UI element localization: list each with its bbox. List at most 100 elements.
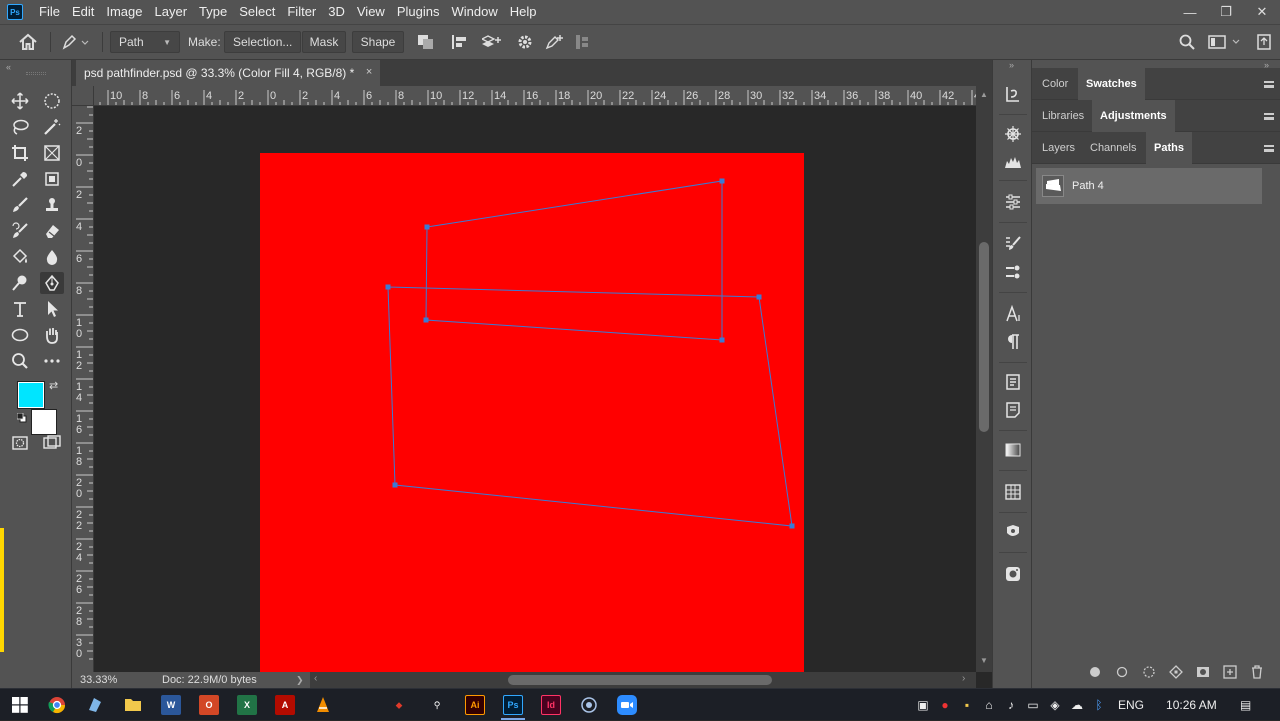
zoom-level[interactable]: 33.33%	[80, 674, 140, 686]
work-path-bottom[interactable]	[387, 286, 793, 527]
histogram-icon[interactable]	[1003, 152, 1023, 172]
word-icon[interactable]: W	[161, 695, 181, 715]
eyedropper-tool-icon[interactable]	[8, 168, 32, 190]
ellipse-tool-icon[interactable]	[8, 324, 32, 346]
tab-adjustments[interactable]: Adjustments	[1092, 100, 1175, 132]
lasso-tool-icon[interactable]	[8, 116, 32, 138]
photoshop-taskbar-icon[interactable]: Ps	[503, 695, 523, 715]
windows-start-icon[interactable]	[10, 695, 30, 715]
tray-record-icon[interactable]: ●	[934, 698, 956, 712]
new-path-icon[interactable]	[1216, 662, 1243, 682]
swap-colors-icon[interactable]: ⇄	[49, 379, 58, 392]
scroll-right-icon[interactable]: ›	[962, 673, 965, 684]
vertical-scrollbar[interactable]: ▲ ▼	[976, 86, 992, 672]
navigator-icon[interactable]	[1003, 124, 1023, 144]
menu-select[interactable]: Select	[233, 0, 281, 24]
network-icon[interactable]: ◈	[1044, 698, 1066, 712]
anchor-point[interactable]	[756, 294, 762, 300]
selection-button[interactable]: Selection...	[224, 31, 302, 53]
shape-button[interactable]: Shape	[352, 31, 404, 53]
tab-layers[interactable]: Layers	[1034, 132, 1083, 164]
clone-stamp-tool-icon[interactable]	[40, 194, 64, 216]
files-app-icon[interactable]	[85, 695, 105, 715]
tray-app-icon[interactable]: ▣	[912, 698, 934, 712]
illustrator-icon[interactable]: Ai	[465, 695, 485, 715]
brushes-icon[interactable]	[1003, 262, 1023, 282]
scroll-up-icon[interactable]: ▲	[980, 90, 988, 99]
reader-icon[interactable]: ⚲	[427, 695, 447, 715]
default-colors-icon[interactable]	[16, 412, 27, 423]
toolbar-grip[interactable]	[26, 72, 46, 75]
screen-mode-icon[interactable]	[40, 432, 64, 454]
blur-tool-icon[interactable]	[40, 246, 64, 268]
eraser-tool-icon[interactable]	[40, 220, 64, 242]
anchor-point[interactable]	[719, 178, 725, 184]
quick-mask-icon[interactable]	[8, 432, 32, 454]
menu-3d[interactable]: 3D	[322, 0, 351, 24]
search-icon[interactable]	[1178, 31, 1196, 53]
vertical-ruler[interactable]: 2024681012141618202224262830	[72, 106, 94, 672]
document-tab[interactable]: psd pathfinder.psd @ 33.3% (Color Fill 4…	[76, 60, 381, 86]
gradients-icon[interactable]	[1003, 440, 1023, 460]
menu-edit[interactable]: Edit	[66, 0, 100, 24]
elliptical-marquee-tool-icon[interactable]	[40, 90, 64, 112]
path-arrangement-icon[interactable]	[482, 31, 504, 53]
indesign-icon[interactable]: Id	[541, 695, 561, 715]
language-indicator[interactable]: ENG	[1118, 698, 1144, 712]
anchor-point[interactable]	[424, 224, 430, 230]
load-selection-icon[interactable]	[1135, 662, 1162, 682]
minimize-button[interactable]: —	[1172, 0, 1208, 24]
acrobat-icon[interactable]: A	[275, 695, 295, 715]
close-document-icon[interactable]: ×	[366, 66, 372, 78]
path-list-item[interactable]: Path 4	[1036, 168, 1262, 204]
make-work-path-icon[interactable]	[1162, 662, 1189, 682]
type-tool-icon[interactable]	[8, 298, 32, 320]
crop-tool-icon[interactable]	[8, 142, 32, 164]
foreground-color-swatch[interactable]	[17, 381, 45, 409]
menu-layer[interactable]: Layer	[149, 0, 194, 24]
tray-security-icon[interactable]: ▪	[956, 698, 978, 712]
magic-wand-tool-icon[interactable]	[40, 116, 64, 138]
character-icon[interactable]	[1003, 304, 1023, 324]
delete-path-icon[interactable]	[1243, 662, 1270, 682]
status-menu-arrow[interactable]: ❯	[296, 675, 304, 686]
camera-icon[interactable]	[1003, 564, 1023, 584]
expand-panels-icon[interactable]: »	[1009, 60, 1014, 70]
menu-window[interactable]: Window	[445, 0, 503, 24]
scroll-down-icon[interactable]: ▼	[980, 656, 988, 665]
anchor-point[interactable]	[423, 317, 429, 323]
vlc-icon[interactable]	[313, 695, 333, 715]
menu-filter[interactable]: Filter	[281, 0, 322, 24]
anchor-point[interactable]	[789, 523, 795, 529]
move-tool-icon[interactable]	[8, 90, 32, 112]
tab-color[interactable]: Color	[1034, 68, 1076, 100]
usb-icon[interactable]: ⌂	[978, 698, 1000, 712]
share-icon[interactable]	[1256, 31, 1272, 53]
more-tools-icon[interactable]	[40, 350, 64, 372]
properties-icon[interactable]	[1003, 192, 1023, 212]
hand-tool-icon[interactable]	[40, 324, 64, 346]
battery-icon[interactable]: ▭	[1022, 698, 1044, 712]
panel-menu-icon[interactable]	[1264, 81, 1274, 88]
shapes-icon[interactable]	[1003, 522, 1023, 542]
menu-view[interactable]: View	[351, 0, 391, 24]
zoom-tool-icon[interactable]	[8, 350, 32, 372]
restore-button[interactable]: ❐	[1208, 0, 1244, 24]
pen-tool-icon[interactable]	[40, 272, 64, 294]
mask-button[interactable]: Mask	[302, 31, 346, 53]
collapse-panel-icon[interactable]: «	[6, 62, 11, 72]
pdf-icon[interactable]: ⬥	[389, 695, 409, 715]
panel-menu-icon[interactable]	[1264, 145, 1274, 152]
cloud-icon[interactable]: ☁	[1066, 698, 1088, 712]
canvas-area[interactable]	[94, 106, 976, 672]
horizontal-scroll-thumb[interactable]	[508, 675, 772, 685]
tab-paths[interactable]: Paths	[1146, 132, 1192, 164]
stroke-path-icon[interactable]	[1108, 662, 1135, 682]
menu-image[interactable]: Image	[100, 0, 148, 24]
office-icon[interactable]: O	[199, 695, 219, 715]
menu-type[interactable]: Type	[193, 0, 233, 24]
align-edges-icon[interactable]	[574, 31, 590, 53]
volume-icon[interactable]: ♪	[1000, 698, 1022, 712]
history-brush-tool-icon[interactable]	[8, 220, 32, 242]
auto-add-delete-icon[interactable]	[544, 31, 566, 53]
